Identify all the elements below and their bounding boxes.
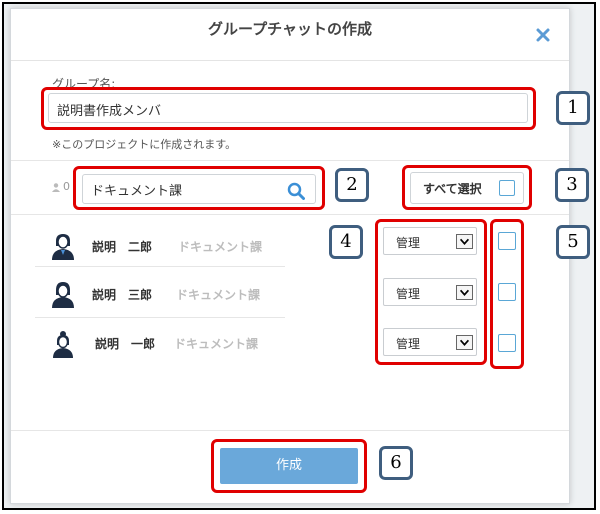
- header-divider: [11, 60, 569, 61]
- avatar-icon: [52, 282, 74, 308]
- annotation-badge: 6: [379, 446, 413, 480]
- member-department: ドキュメント課: [176, 288, 261, 302]
- highlight-role-column: [375, 219, 487, 365]
- close-icon[interactable]: [535, 27, 551, 43]
- project-note: ※このプロジェクトに作成されます。: [52, 138, 237, 151]
- member-department: ドキュメント課: [178, 240, 263, 254]
- annotation-badge: 2: [335, 168, 369, 202]
- row-divider: [35, 266, 285, 267]
- dialog-title: グループチャットの作成: [208, 20, 372, 38]
- annotation-badge: 3: [555, 168, 589, 202]
- member-name: 説明 三郎: [92, 288, 153, 302]
- highlight-checkbox-column: [490, 219, 524, 369]
- row-divider: [35, 317, 285, 318]
- section-divider: [11, 214, 569, 215]
- highlight-search: [73, 166, 325, 210]
- footer-divider: [11, 430, 569, 431]
- person-icon: [52, 183, 60, 192]
- member-name: 説明 一郎: [95, 337, 156, 351]
- member-name: 説明 二郎: [92, 240, 153, 254]
- avatar-icon: [52, 234, 74, 260]
- annotation-badge: 1: [556, 91, 590, 125]
- member-department: ドキュメント課: [174, 337, 259, 351]
- member-count: 0: [63, 180, 70, 193]
- annotation-badge: 4: [329, 225, 363, 259]
- highlight-create-button: [211, 439, 367, 493]
- avatar-icon: [53, 331, 73, 358]
- annotation-badge: 5: [556, 225, 590, 259]
- section-divider: [11, 160, 569, 161]
- highlight-group-name: [41, 87, 536, 130]
- highlight-select-all: [402, 165, 532, 210]
